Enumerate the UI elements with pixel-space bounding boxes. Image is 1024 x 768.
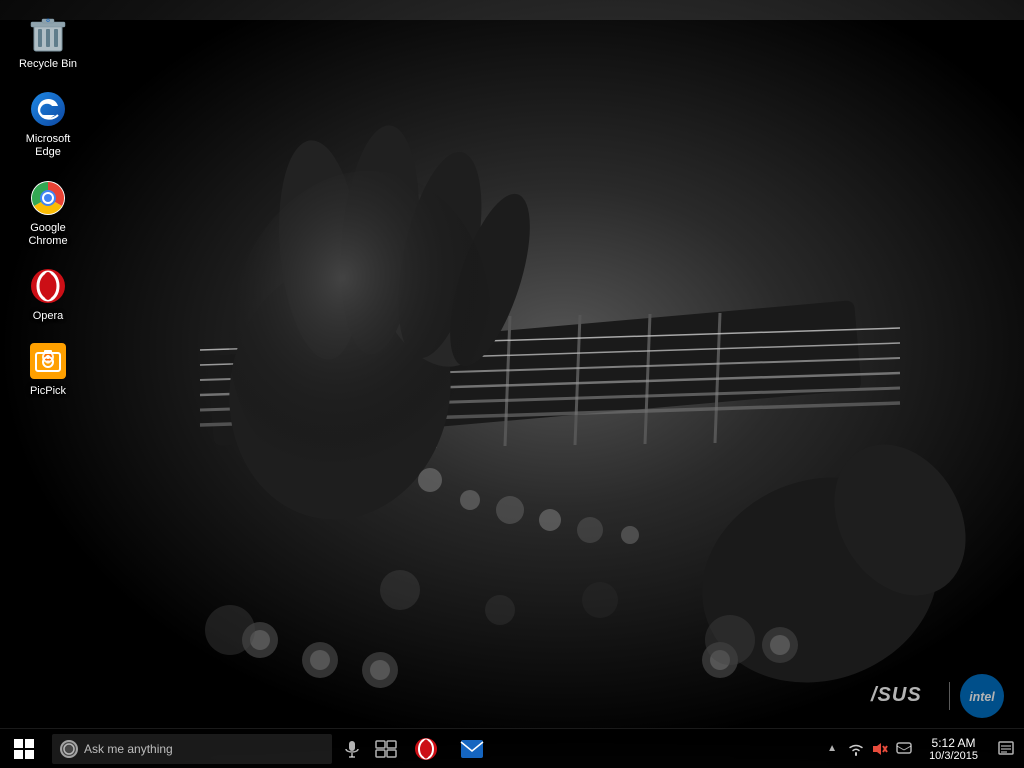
picpick-label: PicPick	[30, 385, 66, 398]
chrome-label: Google Chrome	[14, 222, 82, 248]
opera-label: Opera	[33, 310, 64, 323]
recycle-bin-image: ♻	[28, 14, 68, 54]
edge-label: Microsoft Edge	[14, 133, 82, 159]
brand-logos: /SUS intel	[869, 674, 1004, 718]
microphone-button[interactable]	[336, 729, 368, 768]
recycle-bin-label: Recycle Bin	[19, 58, 77, 71]
task-view-button[interactable]	[368, 729, 404, 768]
taskbar-apps	[404, 729, 494, 768]
tray-icons	[841, 729, 919, 768]
brand-divider	[949, 682, 950, 710]
cortana-circle	[60, 740, 78, 758]
microsoft-edge-icon[interactable]: Microsoft Edge	[10, 85, 86, 163]
chrome-image	[28, 178, 68, 218]
picpick-icon[interactable]: PicPick	[10, 337, 86, 402]
taskbar-opera[interactable]	[404, 729, 448, 768]
picpick-image	[28, 341, 68, 381]
clock-time: 5:12 AM	[932, 736, 976, 750]
system-tray: ▲	[823, 729, 1024, 768]
svg-text:intel: intel	[969, 690, 995, 704]
clock-date: 10/3/2015	[929, 750, 978, 762]
edge-image	[28, 89, 68, 129]
opera-image	[28, 266, 68, 306]
search-placeholder-text: Ask me anything	[84, 742, 173, 756]
start-button[interactable]	[0, 729, 48, 768]
tray-expand-button[interactable]: ▲	[823, 743, 841, 754]
intel-logo: intel	[960, 674, 1004, 718]
search-bar[interactable]: Ask me anything	[52, 734, 332, 764]
desktop: ♻ Recycle Bin	[0, 0, 1024, 768]
windows-logo	[14, 739, 34, 759]
desktop-icons: ♻ Recycle Bin	[0, 0, 96, 412]
svg-text:♻: ♻	[46, 18, 51, 24]
taskbar-mail[interactable]	[450, 729, 494, 768]
google-chrome-icon[interactable]: Google Chrome	[10, 174, 86, 252]
network-icon[interactable]	[845, 729, 867, 768]
action-center-button[interactable]	[988, 729, 1024, 768]
wallpaper	[0, 0, 1024, 768]
recycle-bin-icon[interactable]: ♻ Recycle Bin	[10, 10, 86, 75]
message-icon[interactable]	[893, 729, 915, 768]
asus-logo: /SUS	[869, 682, 939, 711]
opera-icon[interactable]: Opera	[10, 262, 86, 327]
taskbar: Ask me anything	[0, 728, 1024, 768]
volume-icon[interactable]	[869, 729, 891, 768]
svg-text:/SUS: /SUS	[870, 684, 922, 706]
clock[interactable]: 5:12 AM 10/3/2015	[919, 729, 988, 768]
